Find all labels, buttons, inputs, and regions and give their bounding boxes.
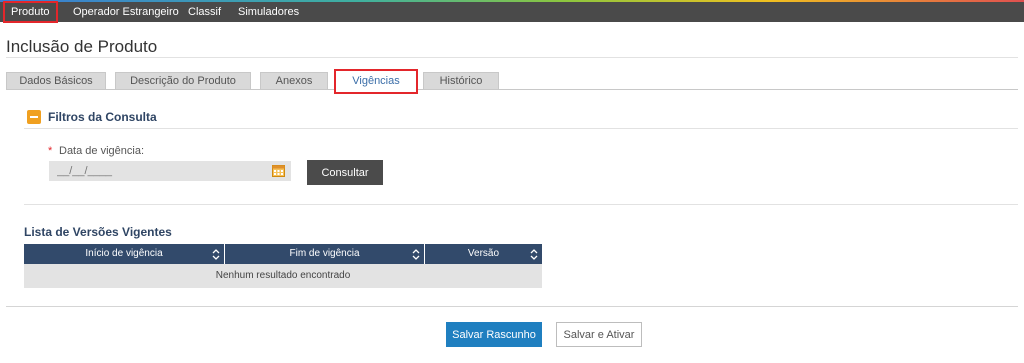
- form-bottom-divider: [6, 306, 1018, 307]
- column-header-version[interactable]: Versão: [425, 244, 542, 264]
- menu-item-classif[interactable]: Classif: [188, 2, 221, 22]
- date-field-label: Data de vigência:: [59, 145, 144, 157]
- calendar-icon[interactable]: [272, 164, 285, 177]
- tab-vigencias[interactable]: Vigências: [334, 69, 418, 94]
- results-section-title: Lista de Versões Vigentes: [24, 225, 172, 239]
- save-and-activate-button[interactable]: Salvar e Ativar: [556, 322, 642, 347]
- search-button[interactable]: Consultar: [307, 160, 383, 185]
- page-title: Inclusão de Produto: [6, 37, 158, 56]
- tab-historico[interactable]: Histórico: [423, 72, 499, 89]
- sort-icon: [412, 249, 420, 260]
- validity-date-input[interactable]: [49, 161, 291, 181]
- save-draft-button[interactable]: Salvar Rascunho: [446, 322, 542, 347]
- filters-divider: [24, 128, 1018, 129]
- menu-item-simuladores[interactable]: Simuladores: [238, 2, 299, 22]
- sort-icon: [212, 249, 220, 260]
- results-table: Início de vigência Fim de vigência Versã…: [24, 244, 542, 288]
- filters-bottom-divider: [24, 204, 1018, 205]
- required-marker: *: [48, 145, 53, 157]
- tab-anexos[interactable]: Anexos: [260, 72, 328, 89]
- column-header-end-date[interactable]: Fim de vigência: [225, 244, 425, 264]
- table-header-row: Início de vigência Fim de vigência Versã…: [24, 244, 542, 264]
- empty-results-message: Nenhum resultado encontrado: [24, 264, 542, 288]
- filters-section-title: Filtros da Consulta: [48, 110, 157, 124]
- tab-descricao-do-produto[interactable]: Descrição do Produto: [115, 72, 251, 89]
- sort-icon: [530, 249, 538, 260]
- menu-item-operador-estrangeiro[interactable]: Operador Estrangeiro: [73, 2, 179, 22]
- menu-item-produto[interactable]: Produto: [3, 1, 58, 23]
- column-header-start-date[interactable]: Início de vigência: [24, 244, 225, 264]
- title-divider: [6, 57, 1018, 58]
- column-header-label: Fim de vigência: [289, 248, 360, 259]
- tab-dados-basicos[interactable]: Dados Básicos: [6, 72, 106, 89]
- column-header-label: Versão: [467, 248, 500, 259]
- column-header-label: Início de vigência: [85, 248, 163, 259]
- collapse-icon[interactable]: [27, 110, 41, 124]
